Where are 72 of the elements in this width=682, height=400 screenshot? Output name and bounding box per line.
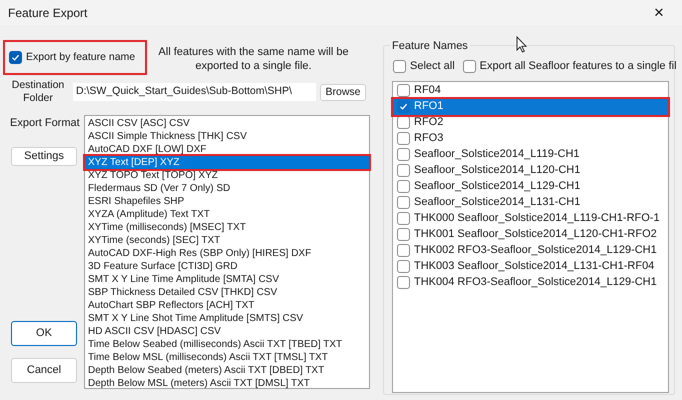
format-item[interactable]: XYZ TOPO Text [TOPO] XYZ xyxy=(85,169,369,182)
feature-item[interactable]: RFO1 xyxy=(393,98,668,114)
checkbox-option[interactable]: Export by feature name xyxy=(5,42,145,73)
checkbox[interactable] xyxy=(397,148,410,161)
checkbox[interactable] xyxy=(397,228,410,241)
format-item[interactable]: Time Below MSL (milliseconds) Ascii TXT [TMSL] TXT xyxy=(85,351,369,364)
format-item[interactable]: Time Below Seabed (milliseconds) Ascii TXT [TBED] TXT xyxy=(85,338,369,351)
feature-item[interactable]: Seafloor_Solstice2014_L131-CH1 xyxy=(393,194,668,210)
feature-label: Seafloor_Solstice2014_L120-CH1 xyxy=(414,163,580,178)
checkbox[interactable] xyxy=(397,116,410,129)
checkbox-label: Export by feature name xyxy=(26,50,136,65)
cursor-icon xyxy=(516,36,527,53)
feature-label: RFO1 xyxy=(414,99,444,114)
checkbox[interactable] xyxy=(397,276,410,289)
checkbox[interactable] xyxy=(393,60,406,73)
export-format-label: Export Format xyxy=(9,116,81,131)
feature-label: Seafloor_Solstice2014_L119-CH1 xyxy=(414,147,580,162)
checkbox[interactable] xyxy=(397,260,410,273)
checkbox[interactable] xyxy=(397,244,410,257)
format-item[interactable]: 3D Feature Surface [CTI3D] GRD xyxy=(85,260,369,273)
format-item[interactable]: ASCII CSV [ASC] CSV xyxy=(85,117,369,130)
window-title: Feature Export xyxy=(8,4,88,22)
format-item[interactable]: XYZA (Amplitude) Text TXT xyxy=(85,208,369,221)
format-item[interactable]: SBP Thickness Detailed CSV [THKD] CSV xyxy=(85,286,369,299)
note-text: All features with the same name will be exported to a single file. xyxy=(157,45,350,73)
format-item[interactable]: SMT X Y Line Shot Time Amplitude [SMTS] CSV xyxy=(85,312,369,325)
feature-item[interactable]: RFO2 xyxy=(393,114,668,130)
feature-label: RF04 xyxy=(414,83,441,98)
format-item[interactable]: XYTime (seconds) [SEC] TXT xyxy=(85,234,369,247)
feature-item[interactable]: RF04 xyxy=(393,82,668,98)
feature-label: THK003 Seafloor_Solstice2014_L131-CH1-RF04 xyxy=(414,259,654,274)
format-item[interactable]: SMT X Y Line Time Amplitude [SMTA] CSV xyxy=(85,273,369,286)
checkmark-icon xyxy=(11,53,20,62)
browse-button[interactable]: Browse xyxy=(320,84,366,100)
format-item[interactable]: AutoChart SBP Reflectors [ACH] TXT xyxy=(85,299,369,312)
checkbox-label: Select all xyxy=(410,59,455,74)
format-item[interactable]: XYTime (milliseconds) [MSEC] TXT xyxy=(85,221,369,234)
feature-label: RFO2 xyxy=(414,115,444,130)
checkbox[interactable] xyxy=(9,51,22,64)
feature-item[interactable]: RFO3 xyxy=(393,130,668,146)
feature-item[interactable]: THK003 Seafloor_Solstice2014_L131-CH1-RF04 xyxy=(393,258,668,274)
format-item[interactable]: AutoCAD DXF-High Res (SBP Only) [HIRES] DXF xyxy=(85,247,369,260)
path-field[interactable]: D:\SW_Quick_Start_Guides\Sub-Bottom\SHP\ xyxy=(73,83,316,101)
checkmark-icon xyxy=(399,102,408,111)
feature-label: Seafloor_Solstice2014_L129-CH1 xyxy=(414,179,580,194)
feature-item[interactable]: Seafloor_Solstice2014_L120-CH1 xyxy=(393,162,668,178)
checkbox[interactable] xyxy=(397,196,410,209)
checkbox[interactable] xyxy=(397,132,410,145)
close-button[interactable]: ✕ xyxy=(650,2,668,22)
format-item[interactable]: ASCII Simple Thickness [THK] CSV xyxy=(85,130,369,143)
checkbox-label: Export all Seafloor features to a single fil xyxy=(480,59,677,74)
checkbox[interactable] xyxy=(397,164,410,177)
checkbox[interactable] xyxy=(397,84,410,97)
feature-item[interactable]: Seafloor_Solstice2014_L129-CH1 xyxy=(393,178,668,194)
checkbox[interactable] xyxy=(462,60,476,73)
format-item[interactable]: AutoCAD DXF [LOW] DXF xyxy=(85,143,369,156)
checkbox[interactable] xyxy=(397,180,410,193)
checkbox[interactable] xyxy=(397,100,410,113)
checkbox[interactable] xyxy=(397,212,410,225)
format-item[interactable]: Fledermaus SD (Ver 7 Only) SD xyxy=(85,182,369,195)
format-item[interactable]: ESRI Shapefiles SHP xyxy=(85,195,369,208)
format-item[interactable]: HD ASCII CSV [HDASC] CSV xyxy=(85,325,369,338)
settings-button[interactable]: Settings xyxy=(11,146,77,166)
cancel-button[interactable]: Cancel xyxy=(11,358,77,383)
feature-label: Seafloor_Solstice2014_L131-CH1 xyxy=(414,195,580,210)
format-item[interactable]: Depth Below MSL (meters) Ascii TXT [DMSL] TXT xyxy=(85,377,369,390)
format-item[interactable]: Depth Below Seabed (meters) Ascii TXT [DBED] TXT xyxy=(85,364,369,377)
feature-item[interactable]: Seafloor_Solstice2014_L119-CH1 xyxy=(393,146,668,162)
ok-button[interactable]: OK xyxy=(11,321,77,346)
feature-label: RFO3 xyxy=(414,131,444,146)
destination-label: Destination Folder xyxy=(10,79,66,105)
format-item[interactable]: XYZ Text [DEP] XYZ xyxy=(85,156,369,169)
